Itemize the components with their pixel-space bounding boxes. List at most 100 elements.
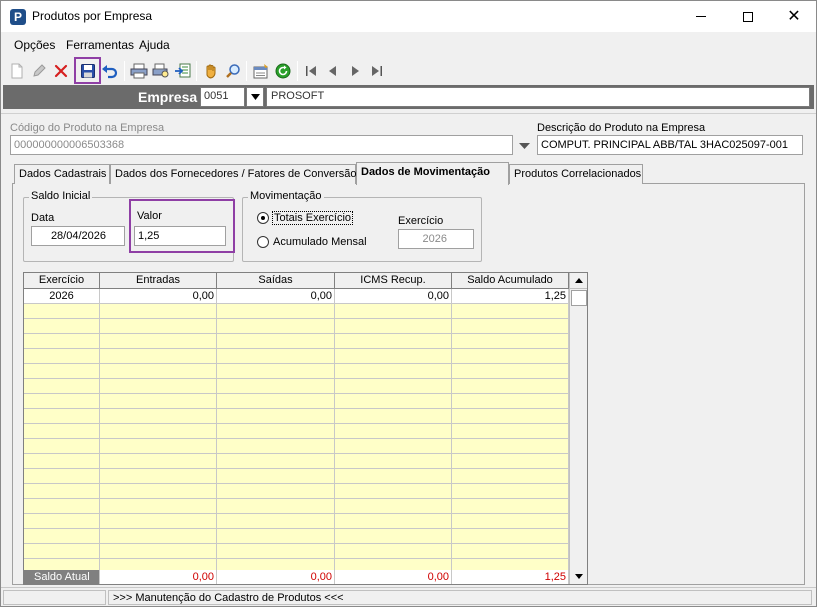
grid-cell[interactable]: [24, 319, 100, 333]
grid-cell[interactable]: [452, 394, 569, 408]
grid-cell[interactable]: [335, 544, 452, 558]
grid-cell[interactable]: [452, 484, 569, 498]
grid-cell[interactable]: [24, 394, 100, 408]
grid-cell[interactable]: [335, 424, 452, 438]
grid-cell[interactable]: [100, 439, 217, 453]
col-header-entradas[interactable]: Entradas: [100, 273, 217, 289]
scroll-down-button[interactable]: [570, 568, 587, 584]
grid-cell[interactable]: [100, 304, 217, 318]
grid-cell[interactable]: [100, 499, 217, 513]
table-row[interactable]: [24, 379, 569, 394]
grid-cell[interactable]: [217, 499, 335, 513]
grid-cell[interactable]: [452, 349, 569, 363]
edit-button[interactable]: [29, 60, 49, 82]
table-row[interactable]: [24, 499, 569, 514]
table-row[interactable]: [24, 349, 569, 364]
descricao-produto-field[interactable]: COMPUT. PRINCIPAL ABB/TAL 3HAC025097-001: [537, 135, 803, 155]
grid-cell[interactable]: [217, 334, 335, 348]
grid-cell[interactable]: [24, 439, 100, 453]
grid-cell[interactable]: [217, 364, 335, 378]
col-header-saldo-acumulado[interactable]: Saldo Acumulado: [452, 273, 569, 289]
grid-cell[interactable]: [217, 514, 335, 528]
grid-cell[interactable]: [100, 334, 217, 348]
grid-cell[interactable]: [100, 424, 217, 438]
grid-cell[interactable]: [452, 499, 569, 513]
refresh-button[interactable]: [273, 60, 293, 82]
maximize-button[interactable]: [725, 1, 771, 32]
table-row[interactable]: [24, 424, 569, 439]
grid-cell[interactable]: [335, 454, 452, 468]
grid-cell[interactable]: [335, 514, 452, 528]
undo-button[interactable]: [100, 60, 120, 82]
table-row[interactable]: [24, 364, 569, 379]
print-preview-button[interactable]: [151, 60, 171, 82]
codigo-produto-field[interactable]: 000000000006503368: [10, 135, 513, 155]
grid-cell[interactable]: [335, 499, 452, 513]
col-header-icms-recup[interactable]: ICMS Recup.: [335, 273, 452, 289]
grid-cell[interactable]: [24, 469, 100, 483]
minimize-button[interactable]: [678, 1, 724, 32]
grid-cell[interactable]: [217, 349, 335, 363]
tab-dados-movimentacao[interactable]: Dados de Movimentação: [356, 162, 509, 185]
menu-ajuda[interactable]: Ajuda: [139, 38, 170, 52]
grid-cell[interactable]: [452, 424, 569, 438]
search-button[interactable]: [223, 60, 243, 82]
grid-cell[interactable]: [24, 409, 100, 423]
empresa-dropdown-button[interactable]: [246, 87, 264, 107]
grid-cell[interactable]: [335, 484, 452, 498]
cell-exercicio[interactable]: 2026: [24, 289, 100, 303]
last-record-button[interactable]: [367, 60, 387, 82]
table-row[interactable]: [24, 529, 569, 544]
grid-cell[interactable]: [335, 394, 452, 408]
grid-cell[interactable]: [452, 469, 569, 483]
next-record-button[interactable]: [345, 60, 365, 82]
grid-cell[interactable]: [100, 469, 217, 483]
grid-cell[interactable]: [452, 364, 569, 378]
grid-cell[interactable]: [100, 319, 217, 333]
grid-cell[interactable]: [24, 349, 100, 363]
col-header-exercicio[interactable]: Exercício: [24, 273, 100, 289]
grid-cell[interactable]: [452, 529, 569, 543]
close-button[interactable]: ✕: [771, 1, 816, 32]
tab-dados-cadastrais[interactable]: Dados Cadastrais: [14, 164, 110, 184]
table-row[interactable]: [24, 544, 569, 559]
grid-cell[interactable]: [335, 319, 452, 333]
cell-saidas[interactable]: 0,00: [217, 289, 335, 303]
grid-cell[interactable]: [217, 424, 335, 438]
grid-vertical-scrollbar[interactable]: [569, 273, 587, 584]
export-button[interactable]: [173, 60, 193, 82]
grid-cell[interactable]: [217, 469, 335, 483]
print-button[interactable]: [129, 60, 149, 82]
menu-ferramentas[interactable]: Ferramentas: [66, 38, 134, 52]
table-row[interactable]: 2026 0,00 0,00 0,00 1,25: [24, 289, 569, 304]
table-row[interactable]: [24, 334, 569, 349]
grid-cell[interactable]: [24, 544, 100, 558]
grid-cell[interactable]: [24, 454, 100, 468]
grid-cell[interactable]: [217, 454, 335, 468]
grid-cell[interactable]: [335, 364, 452, 378]
table-row[interactable]: [24, 484, 569, 499]
grid-cell[interactable]: [24, 424, 100, 438]
grid-cell[interactable]: [452, 454, 569, 468]
table-row[interactable]: [24, 454, 569, 469]
grid-cell[interactable]: [335, 304, 452, 318]
grid-cell[interactable]: [452, 439, 569, 453]
grid-cell[interactable]: [24, 484, 100, 498]
cell-entradas[interactable]: 0,00: [100, 289, 217, 303]
grid-cell[interactable]: [217, 529, 335, 543]
grid-cell[interactable]: [100, 394, 217, 408]
radio-totais-exercicio[interactable]: [257, 212, 269, 224]
new-button[interactable]: [7, 60, 27, 82]
grid-cell[interactable]: [100, 529, 217, 543]
tab-produtos-correlacionados[interactable]: Produtos Correlacionados: [509, 164, 643, 184]
cell-icms-recup[interactable]: 0,00: [335, 289, 452, 303]
cell-saldo-acumulado[interactable]: 1,25: [452, 289, 569, 303]
scroll-thumb[interactable]: [571, 290, 587, 306]
grid-cell[interactable]: [452, 319, 569, 333]
table-row[interactable]: [24, 409, 569, 424]
grid-cell[interactable]: [452, 334, 569, 348]
grid-cell[interactable]: [217, 544, 335, 558]
grid-cell[interactable]: [452, 379, 569, 393]
grid-cell[interactable]: [335, 529, 452, 543]
menu-opcoes[interactable]: Opções: [14, 38, 55, 52]
